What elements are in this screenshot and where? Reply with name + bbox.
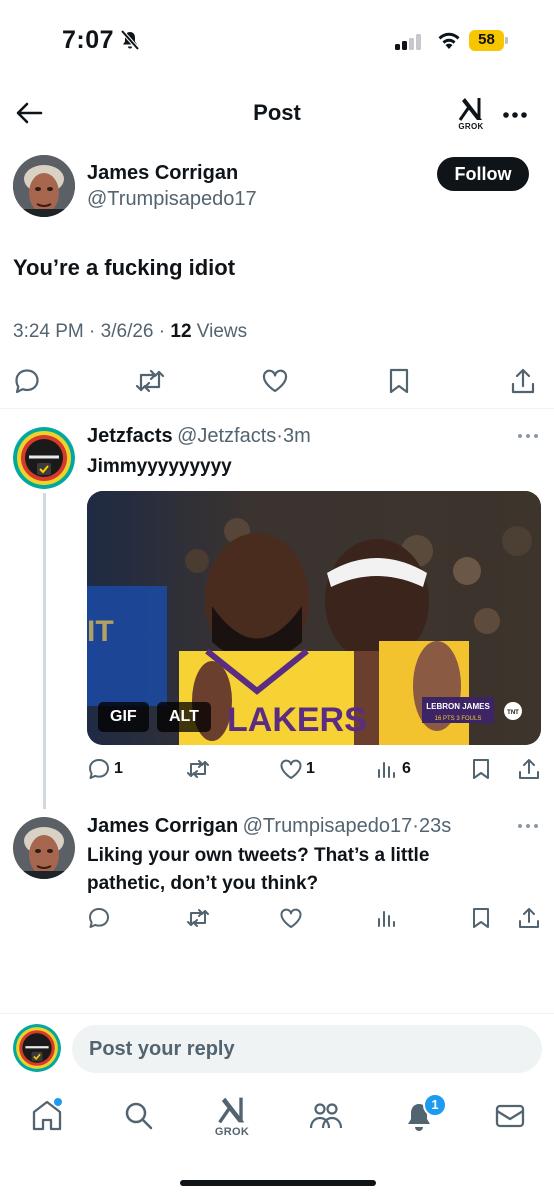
home-indicator: [180, 1180, 376, 1186]
grok-tab[interactable]: GROK: [214, 1094, 250, 1138]
battery-icon: 58: [469, 30, 509, 51]
views-button[interactable]: 6: [376, 757, 411, 781]
reply-icon[interactable]: [87, 757, 111, 781]
more-icon[interactable]: [517, 428, 539, 444]
score-title: LEBRON JAMES: [426, 702, 490, 711]
grok-label: GROK: [214, 1126, 250, 1138]
views-icon[interactable]: [376, 757, 398, 781]
follow-button[interactable]: Follow: [437, 157, 529, 191]
reply-actions: 1 1 6: [87, 757, 547, 785]
repost-icon[interactable]: [134, 367, 166, 395]
views-label[interactable]: Views: [197, 321, 247, 342]
avatar: [13, 1024, 61, 1072]
search-icon[interactable]: [123, 1100, 155, 1132]
post-author-handle[interactable]: @Trumpisapedo17: [87, 188, 257, 211]
grok-icon[interactable]: GROK: [455, 96, 487, 132]
bookmark-icon[interactable]: [470, 757, 492, 781]
notification-badge: 1: [423, 1093, 447, 1117]
cell-signal-icon: [395, 34, 421, 50]
reply-button[interactable]: 1: [87, 757, 123, 781]
reply-count: 1: [114, 760, 123, 777]
reply-author-name[interactable]: Jetzfacts: [87, 425, 173, 447]
view-count: 6: [402, 760, 411, 777]
post-date: 3/6/26: [100, 321, 154, 342]
divider: [0, 1013, 554, 1014]
repost-icon[interactable]: [185, 757, 211, 781]
communities-icon[interactable]: [308, 1100, 344, 1132]
status-time: 7:07: [62, 26, 115, 54]
jersey-text: LAKERS: [227, 701, 367, 739]
messages-icon[interactable]: [494, 1102, 526, 1130]
reply-header: James Corrigan @Trumpisapedo17·23s: [87, 815, 451, 838]
reply-icon[interactable]: [87, 906, 111, 930]
reply-author-name[interactable]: James Corrigan: [87, 815, 238, 837]
post-time: 3:24 PM: [13, 321, 84, 342]
divider: [0, 408, 554, 409]
grok-icon[interactable]: [214, 1094, 250, 1126]
svg-text:IT: IT: [87, 615, 114, 648]
separator: ·: [412, 815, 419, 837]
separator: ·: [89, 321, 96, 342]
separator: ·: [158, 321, 166, 342]
network-logo: TNT: [507, 710, 519, 716]
reply-author-handle[interactable]: @Jetzfacts: [177, 425, 276, 447]
home-icon[interactable]: [31, 1098, 63, 1132]
avatar[interactable]: [13, 155, 75, 217]
bell-slash-icon: [119, 29, 141, 51]
post-text: You’re a fucking idiot: [13, 255, 236, 280]
avatar[interactable]: [13, 427, 75, 489]
like-button[interactable]: 1: [279, 757, 315, 781]
reply-actions: [87, 906, 547, 934]
views-icon[interactable]: [376, 906, 398, 930]
post-meta: 3:24 PM · 3/6/26 · 12 Views: [13, 321, 247, 343]
like-icon[interactable]: [261, 367, 289, 395]
bookmark-icon[interactable]: [470, 906, 492, 930]
more-icon[interactable]: [517, 818, 539, 834]
reply-input[interactable]: Post your reply: [72, 1025, 542, 1073]
repost-icon[interactable]: [185, 906, 211, 930]
like-icon[interactable]: [279, 757, 303, 781]
share-icon[interactable]: [517, 757, 541, 781]
reply-icon[interactable]: [13, 367, 41, 395]
reply-header: Jetzfacts @Jetzfacts·3m: [87, 425, 311, 448]
alt-badge[interactable]: ALT: [157, 702, 211, 732]
thread-line: [43, 493, 46, 809]
score-line: 16 PTS 3 FOULS: [435, 716, 482, 722]
reply-text-line-2: pathetic, don’t you think?: [87, 873, 319, 894]
views-count[interactable]: 12: [170, 321, 191, 342]
share-icon[interactable]: [517, 906, 541, 930]
reply-text: Jimmyyyyyyyyy: [87, 456, 232, 477]
gif-badge: GIF: [98, 702, 149, 732]
bookmark-icon[interactable]: [386, 367, 412, 395]
battery-level: 58: [478, 31, 495, 48]
post-actions: [0, 362, 554, 402]
share-icon[interactable]: [509, 367, 537, 395]
like-icon[interactable]: [279, 906, 303, 930]
avatar[interactable]: [13, 817, 75, 879]
reply-time: 3m: [282, 425, 311, 447]
reply-author-handle[interactable]: @Trumpisapedo17: [243, 815, 413, 837]
gif-media[interactable]: LAKERS IT LEBRON JAMES 16 PTS 3 FOULS TN…: [87, 491, 541, 745]
reply-text-line-1: Liking your own tweets? That’s a little: [87, 845, 430, 866]
status-bar: 7:07 58: [0, 0, 554, 86]
post-author-name[interactable]: James Corrigan: [87, 162, 238, 185]
separator: ·: [276, 425, 283, 447]
wifi-icon: [436, 30, 462, 50]
grok-label: GROK: [458, 122, 484, 131]
more-icon[interactable]: [500, 100, 530, 130]
reply-time: 23s: [418, 815, 452, 837]
like-count: 1: [306, 760, 315, 777]
